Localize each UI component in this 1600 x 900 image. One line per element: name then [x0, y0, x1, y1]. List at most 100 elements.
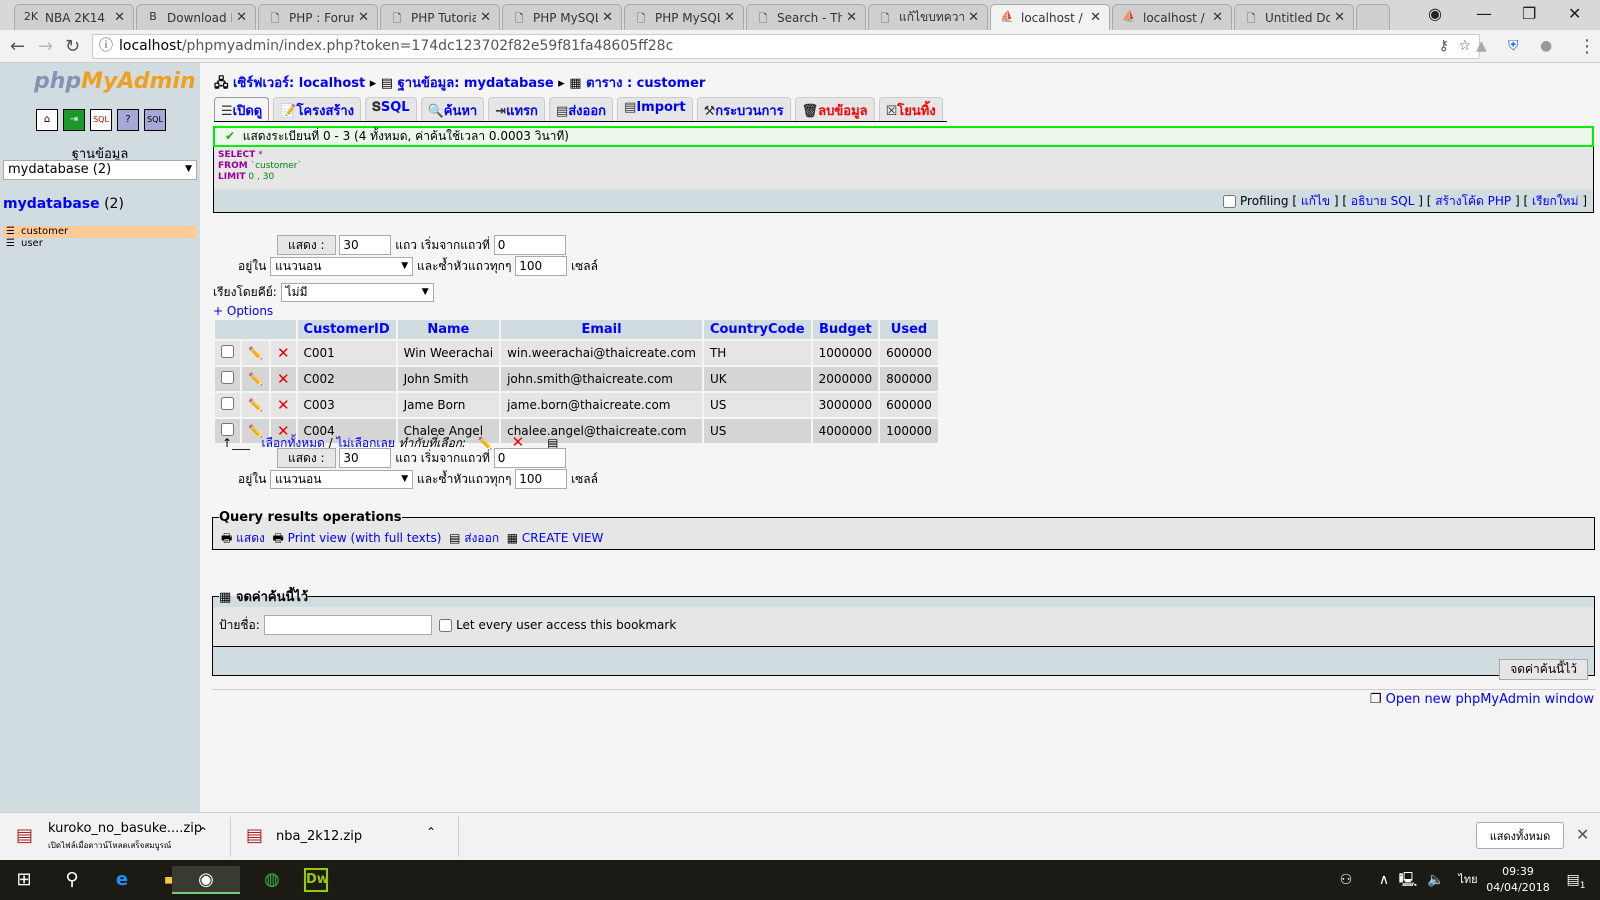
row-checkbox[interactable] [221, 371, 234, 384]
minimize-button[interactable]: — [1476, 4, 1492, 23]
windows-start-icon[interactable]: ⊞ [8, 866, 40, 894]
tab-9[interactable]: ☒โยนทิ้ง [878, 97, 943, 121]
open-new-window-link[interactable]: Open new phpMyAdmin window [1386, 692, 1594, 707]
notifications-icon[interactable]: ▤1 [1560, 866, 1592, 894]
people-icon[interactable]: ⚇ [1330, 866, 1362, 894]
star-icon[interactable]: ☆ [1458, 35, 1471, 58]
browser-tab[interactable]: 🗋 PHP Tutorial ✕ [380, 4, 500, 30]
download-item[interactable]: ▤ nba_2k12.zip ⌃ [246, 821, 446, 853]
new-tab-button[interactable] [1356, 4, 1390, 30]
url-input[interactable]: ⓘ localhost/phpmyadmin/index.php?token=17… [92, 34, 1480, 59]
tab-6[interactable]: ▤Import [617, 97, 693, 121]
column-header[interactable]: CustomerID [297, 320, 396, 339]
column-header[interactable]: Used [880, 320, 938, 339]
close-window-button[interactable]: ✕ [1568, 4, 1581, 23]
edit-icon[interactable]: ✏️ [242, 341, 269, 365]
browser-tab[interactable]: 🗋 PHP MySQL ✕ [502, 4, 622, 30]
shield-extension-icon[interactable]: ⛨ [1508, 38, 1519, 54]
start-row-input[interactable] [493, 448, 566, 468]
row-checkbox[interactable] [221, 397, 234, 410]
rows-input[interactable] [339, 448, 392, 468]
close-tab-icon[interactable]: ✕ [480, 10, 491, 25]
clock[interactable]: 09:39 04/04/2018 [1478, 864, 1558, 896]
start-row-input[interactable] [493, 235, 566, 255]
column-header[interactable]: CountryCode [703, 320, 811, 339]
close-tab-icon[interactable]: ✕ [1212, 10, 1223, 25]
display-mode-select[interactable]: แนวนอน [270, 257, 414, 276]
delete-icon[interactable]: ✕ [270, 367, 296, 391]
back-icon[interactable]: ← [10, 36, 25, 57]
show-all-downloads-button[interactable]: แสดงทั้งหมด [1476, 822, 1564, 849]
edit-icon[interactable]: ✏️ [242, 367, 269, 391]
column-header[interactable]: Email [501, 320, 702, 339]
browser-tab[interactable]: B Download M ✕ [136, 4, 256, 30]
create-php-link[interactable]: สร้างโค้ด PHP [1435, 194, 1511, 208]
browser-tab[interactable]: 🗋 Untitled Do ✕ [1234, 4, 1354, 30]
repeat-header-input[interactable] [515, 256, 568, 276]
database-link[interactable]: mydatabase [3, 196, 100, 212]
explain-sql-link[interactable]: อธิบาย SQL [1351, 194, 1414, 208]
database-select[interactable]: mydatabase (2) [3, 160, 197, 180]
browser-tab[interactable]: ⛵ localhost / l ✕ [990, 4, 1110, 30]
options-link[interactable]: + Options [213, 304, 273, 318]
sql-docs-icon[interactable]: SQL [144, 109, 166, 131]
tab-7[interactable]: ⚒กระบวนการ [696, 97, 791, 121]
show-button[interactable]: แสดง : [277, 235, 336, 255]
close-tab-icon[interactable]: ✕ [1334, 10, 1345, 25]
search-icon[interactable]: ⚲ [56, 866, 88, 894]
profile-icon[interactable]: ◉ [1428, 4, 1442, 23]
refresh-link[interactable]: เรียกใหม่ [1532, 194, 1579, 208]
tab-4[interactable]: ⇥แทรก [488, 97, 545, 121]
extension-icon[interactable]: ● [1540, 38, 1552, 54]
sidebar-table-customer[interactable]: ☰ customer [3, 226, 197, 238]
info-icon[interactable]: ⓘ [99, 35, 113, 58]
close-tab-icon[interactable]: ✕ [968, 10, 979, 25]
close-tab-icon[interactable]: ✕ [236, 10, 247, 25]
display-mode-select[interactable]: แนวนอน [270, 470, 414, 489]
show-button[interactable]: แสดง : [277, 448, 336, 468]
close-tab-icon[interactable]: ✕ [1090, 10, 1101, 25]
sidebar-table-user[interactable]: ☰ user [3, 238, 197, 250]
browser-tab[interactable]: ⛵ localhost / l ✕ [1112, 4, 1232, 30]
idm-icon[interactable]: ◍ [256, 866, 288, 894]
restore-button[interactable]: ❐ [1522, 4, 1536, 23]
tab-5[interactable]: ▤ส่งออก [548, 97, 614, 121]
reload-icon[interactable]: ↻ [65, 36, 80, 57]
download-item[interactable]: ▤ kuroko_no_basuke....zip เปิดไฟล์เมื่อด… [14, 821, 228, 853]
tab-8[interactable]: 🗑ลบข้อมูล [794, 97, 875, 121]
close-tab-icon[interactable]: ✕ [602, 10, 613, 25]
forward-icon[interactable]: → [38, 36, 53, 57]
breadcrumb-server[interactable]: เซิร์ฟเวอร์: localhost [233, 76, 365, 91]
chevron-up-icon[interactable]: ⌃ [426, 825, 436, 839]
close-downloads-icon[interactable]: ✕ [1576, 825, 1589, 844]
chrome-icon[interactable]: ◉ [172, 866, 240, 894]
drive-extension-icon[interactable]: ▲ [1476, 38, 1487, 54]
bookmark-name-input[interactable] [263, 615, 432, 635]
edit-icon[interactable]: ✏️ [242, 393, 269, 417]
close-tab-icon[interactable]: ✕ [846, 10, 857, 25]
public-bookmark-checkbox[interactable] [439, 619, 453, 632]
repeat-header-input[interactable] [515, 469, 568, 489]
sql-query-icon[interactable]: SQL [90, 109, 112, 131]
delete-icon[interactable]: ✕ [270, 341, 296, 365]
sort-select[interactable]: ไม่มี [280, 283, 434, 302]
browser-tab[interactable]: 2K NBA 2K14 K ✕ [14, 4, 134, 30]
breadcrumb-table[interactable]: ตาราง : customer [586, 76, 705, 91]
tab-2[interactable]: 𝐒SQL [365, 97, 417, 121]
browser-tab[interactable]: 🗋 Search - Th ✕ [746, 4, 866, 30]
browser-tab[interactable]: 🗋 PHP : Forum ✕ [258, 4, 378, 30]
browser-tab[interactable]: 🗋 แก้ไขบทความ ✕ [868, 4, 988, 30]
help-icon[interactable]: ? [117, 109, 139, 131]
edge-icon[interactable]: e [106, 866, 138, 894]
row-checkbox[interactable] [221, 345, 234, 358]
phpmyadmin-logo[interactable]: phpMyAdmin [34, 69, 196, 94]
create-view-link[interactable]: CREATE VIEW [522, 531, 604, 545]
rows-input[interactable] [339, 235, 392, 255]
tab-1[interactable]: 📝โครงสร้าง [273, 97, 362, 121]
print-link[interactable]: แสดง [236, 531, 265, 545]
menu-icon[interactable]: ⋮ [1578, 36, 1596, 57]
dreamweaver-icon[interactable]: Dw [304, 868, 329, 892]
edit-sql-link[interactable]: แก้ไข [1301, 194, 1330, 208]
key-icon[interactable]: ⚷ [1439, 35, 1449, 58]
browser-tab[interactable]: 🗋 PHP MySQL ✕ [624, 4, 744, 30]
